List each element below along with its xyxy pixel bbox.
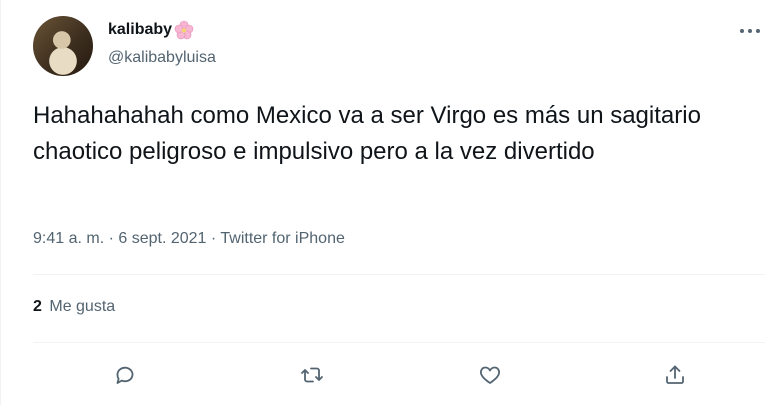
avatar[interactable] xyxy=(33,16,93,76)
reply-button[interactable] xyxy=(111,362,139,388)
share-button[interactable] xyxy=(661,362,689,388)
divider xyxy=(33,342,765,343)
divider xyxy=(33,274,765,275)
retweet-icon xyxy=(301,367,323,383)
like-button[interactable] xyxy=(476,362,504,388)
likes-stat[interactable]: 2 Me gusta xyxy=(33,298,115,316)
share-icon xyxy=(666,365,684,384)
reply-icon xyxy=(116,366,134,384)
more-options-icon[interactable] xyxy=(739,24,761,38)
tweet-card: kalibaby @kalibabyluisa Hahahahahah como… xyxy=(0,0,773,405)
tweet-timestamp[interactable]: 9:41 a. m. · 6 sept. 2021 · Twitter for … xyxy=(33,230,345,248)
author-name-row[interactable]: kalibaby xyxy=(108,20,194,40)
retweet-button[interactable] xyxy=(298,362,326,388)
like-icon xyxy=(480,366,500,384)
display-name[interactable]: kalibaby xyxy=(108,21,172,39)
likes-label: Me gusta xyxy=(49,298,116,315)
likes-count: 2 xyxy=(33,298,42,315)
tweet-text: Hahahahahah como Mexico va a ser Virgo e… xyxy=(33,102,701,165)
user-handle[interactable]: @kalibabyluisa xyxy=(108,49,216,67)
cherry-blossom-icon xyxy=(174,20,194,40)
